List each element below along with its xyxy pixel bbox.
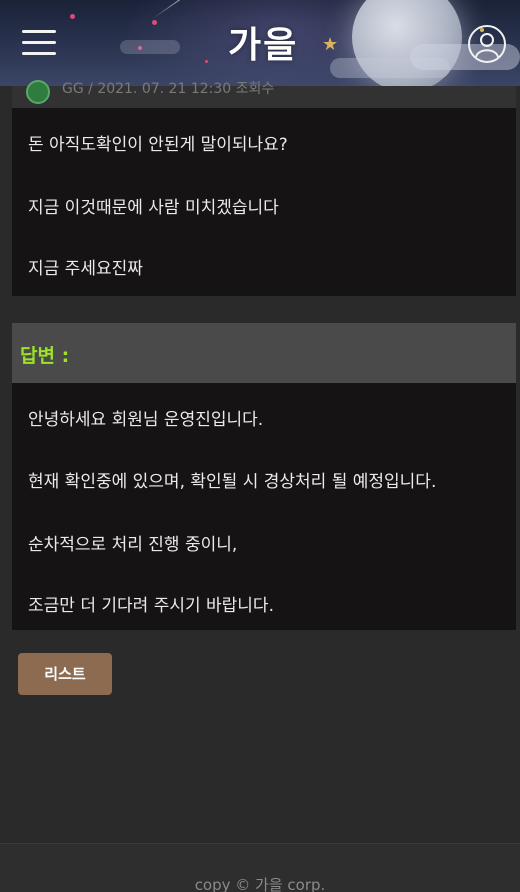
star-decoration [205, 60, 208, 63]
answer-label: 답변 : [20, 345, 70, 367]
cloud-decoration [120, 40, 180, 54]
star-decoration [152, 20, 157, 25]
site-logo[interactable]: 가을 [228, 16, 298, 68]
author-level-icon [26, 80, 50, 104]
footer-copyright: copy © 가을 corp. [194, 876, 326, 892]
answer-line: 조금만 더 기다려 주시기 바랍니다. [28, 596, 274, 616]
question-meta-bar: GG / 2021. 07. 21 12:30 조회수 [12, 80, 516, 108]
answer-line: 안녕하세요 회원님 운영진입니다. [28, 410, 264, 430]
question-meta-text: GG / 2021. 07. 21 12:30 조회수 [62, 81, 275, 97]
menu-bar [22, 30, 56, 33]
answer-line: 순차적으로 처리 진행 중이니, [28, 535, 238, 555]
menu-bar [22, 52, 56, 55]
question-line: 지금 주세요진짜 [28, 259, 143, 279]
answer-header: 답변 : [12, 323, 516, 383]
answer-content: 안녕하세요 회원님 운영진입니다. 현재 확인중에 있으며, 확인될 시 경상처… [12, 383, 516, 630]
answer-line: 현재 확인중에 있으며, 확인될 시 경상처리 될 예정입니다. [28, 472, 437, 492]
question-content: GG / 2021. 07. 21 12:30 조회수 돈 아직도확인이 안된게… [12, 80, 516, 296]
question-line: 돈 아직도확인이 안된게 말이되나요? [28, 135, 288, 155]
site-footer: copy © 가을 corp. [0, 843, 520, 892]
question-line: 지금 이것때문에 사람 미치겠습니다 [28, 198, 279, 218]
page: 가을 ★ GG / 2021. 07. 21 12:30 조회수 돈 아직도확인… [0, 0, 520, 892]
site-header: 가을 ★ [0, 0, 520, 86]
list-button[interactable]: 리스트 [18, 653, 112, 695]
user-profile-icon[interactable] [468, 25, 506, 63]
star-decoration [70, 14, 75, 19]
logo-star-icon: ★ [322, 34, 339, 55]
menu-bar [22, 41, 56, 44]
hamburger-menu-icon[interactable] [22, 28, 56, 58]
user-silhouette-icon [475, 33, 499, 58]
